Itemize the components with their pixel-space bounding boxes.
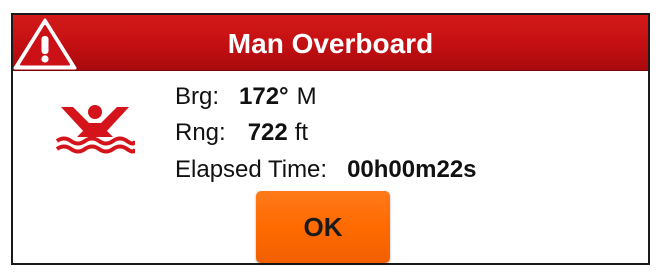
bearing-value: 172° <box>239 83 289 110</box>
range-value: 722 <box>247 119 288 146</box>
elapsed-time-label: Elapsed Time: <box>175 156 328 183</box>
range-label: Rng: <box>175 119 226 146</box>
elapsed-time-value: 00h00m22s <box>347 156 477 183</box>
man-overboard-dialog: Man Overboard Brg: 172° M Rng: 722 ft Elapse… <box>11 13 650 265</box>
bearing-row: Brg: 172° M <box>175 83 317 111</box>
range-unit: ft <box>294 119 309 146</box>
range-row: Rng: 722 ft <box>175 119 308 147</box>
bearing-unit: M <box>296 83 317 110</box>
dialog-title: Man Overboard <box>227 28 434 59</box>
elapsed-time-row: Elapsed Time: 00h00m22s <box>175 156 477 184</box>
bearing-label: Brg: <box>175 83 220 110</box>
ok-button[interactable]: OK <box>256 191 390 263</box>
dialog-title-bar: Man Overboard <box>13 15 648 71</box>
man-overboard-icon <box>55 103 137 157</box>
